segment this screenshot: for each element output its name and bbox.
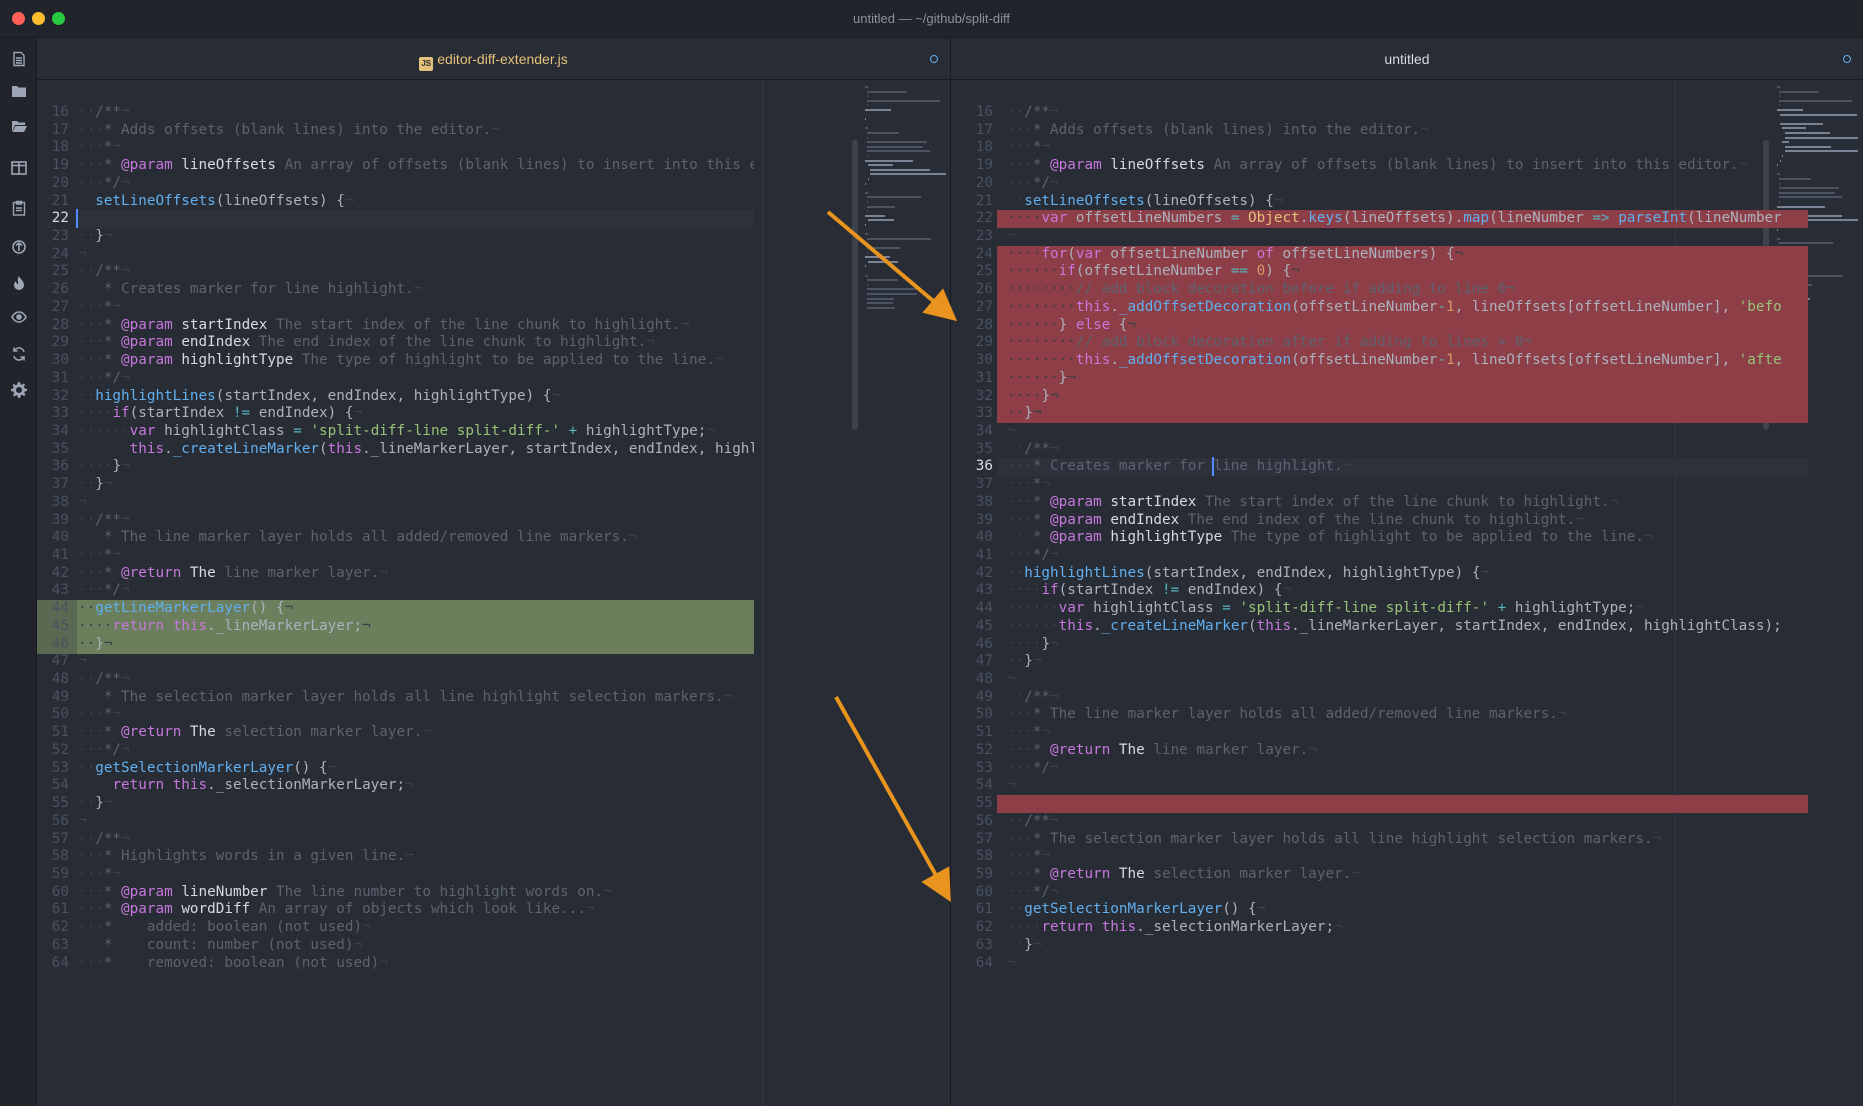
minimap-line: [1778, 90, 1820, 93]
code-text: ¬: [1007, 954, 1016, 971]
window-title: untitled — ~/github/split-diff: [853, 11, 1010, 26]
tab-untitled[interactable]: untitled: [951, 38, 1863, 80]
line-number: 64: [51, 954, 69, 971]
left-code-editor[interactable]: 16 ··/**¬ 17 ···* Adds offsets (blank lines…: [37, 80, 950, 1106]
gear-icon[interactable]: [8, 379, 29, 400]
minimap-line: [1778, 95, 1780, 98]
minimap-line: [865, 118, 867, 121]
minimap-line: [865, 224, 867, 226]
minimap[interactable]: [859, 80, 949, 1106]
left-editor-pane[interactable]: JS editor-diff-extender.js 16 ··/**¬ 17 ···*…: [37, 38, 951, 1106]
vertical-scrollbar[interactable]: [852, 140, 858, 430]
minimap-line: [866, 297, 894, 300]
flame-icon[interactable]: [8, 272, 29, 293]
tool-sidebar: [0, 38, 37, 1106]
tab-label: untitled: [1384, 51, 1430, 67]
minimap-line: [866, 141, 927, 144]
right-editor-pane[interactable]: untitled 16 ··/**¬ 17 ···* Adds offsets (bl…: [951, 38, 1863, 1106]
sync-icon[interactable]: [8, 343, 29, 364]
minimap-line: [866, 242, 868, 245]
code-line[interactable]: 64 ···* removed: boolean (not used)¬: [37, 953, 754, 974]
minimap-line: [1777, 86, 1781, 88]
minimap-line: [865, 159, 914, 162]
minimap-line: [866, 201, 868, 203]
minimap-line: [866, 90, 908, 93]
js-file-icon: JS: [419, 57, 434, 71]
minimap-line: [867, 178, 869, 180]
minimap-line: [866, 99, 941, 102]
eye-icon[interactable]: [8, 306, 29, 327]
minimap-line: [867, 260, 899, 263]
minimap-line: [866, 205, 896, 208]
minimap-line: [865, 233, 869, 236]
minimap-line: [866, 279, 899, 282]
minimap-line: [870, 173, 946, 176]
tab-label: editor-diff-extender.js: [437, 51, 568, 67]
minimap-line: [866, 247, 900, 249]
minimap-line: [865, 256, 890, 259]
minimap-line: [866, 132, 899, 134]
minimap-line: [866, 306, 896, 309]
modified-indicator-icon: [930, 55, 938, 63]
minimap-line: [865, 109, 892, 111]
minimap-line: [865, 274, 869, 277]
minimap-line: [865, 265, 867, 268]
minimap-line: [866, 136, 868, 139]
minimap-line: [866, 155, 869, 157]
minimap-line: [866, 283, 868, 286]
right-code-editor[interactable]: 16 ··/**¬ 17 ···* Adds offsets (blank lines…: [951, 80, 1863, 1106]
minimap-line: [866, 237, 932, 240]
minimap-line: [866, 210, 869, 213]
minimap-line: [865, 191, 869, 194]
folder-icon[interactable]: [8, 80, 29, 101]
title-bar: untitled — ~/github/split-diff: [0, 0, 1863, 38]
git-icon[interactable]: [8, 236, 29, 257]
minimap-line: [866, 302, 893, 305]
minimap-line: [866, 251, 869, 254]
line-number: 64: [975, 954, 993, 971]
clipboard-icon[interactable]: [8, 197, 29, 218]
minimap-line: [866, 104, 869, 107]
wrap-guide: [762, 80, 763, 1106]
minimap-line: [865, 214, 886, 217]
file-icon[interactable]: [8, 48, 29, 69]
modified-indicator-icon: [1843, 55, 1851, 63]
minimap-line: [866, 145, 924, 148]
folder-open-icon[interactable]: [8, 115, 29, 136]
minimap-line: [870, 168, 931, 171]
minimap-line: [866, 95, 868, 98]
split-panes-icon[interactable]: [8, 157, 29, 178]
minimap-line: [867, 164, 893, 167]
minimap-line: [866, 288, 919, 291]
minimap-line: [865, 86, 869, 88]
code-text: ···* removed: boolean (not used)¬: [78, 954, 388, 971]
code-line[interactable]: 64 ¬: [951, 953, 1808, 974]
minimap-line: [866, 196, 922, 199]
minimap-line: [865, 182, 867, 185]
minimap-line: [867, 219, 894, 222]
minimap-line: [865, 127, 869, 130]
minimap-line: [866, 150, 931, 153]
minimap-line: [866, 293, 917, 295]
tab-editor-diff-extender[interactable]: JS editor-diff-extender.js: [37, 38, 950, 80]
